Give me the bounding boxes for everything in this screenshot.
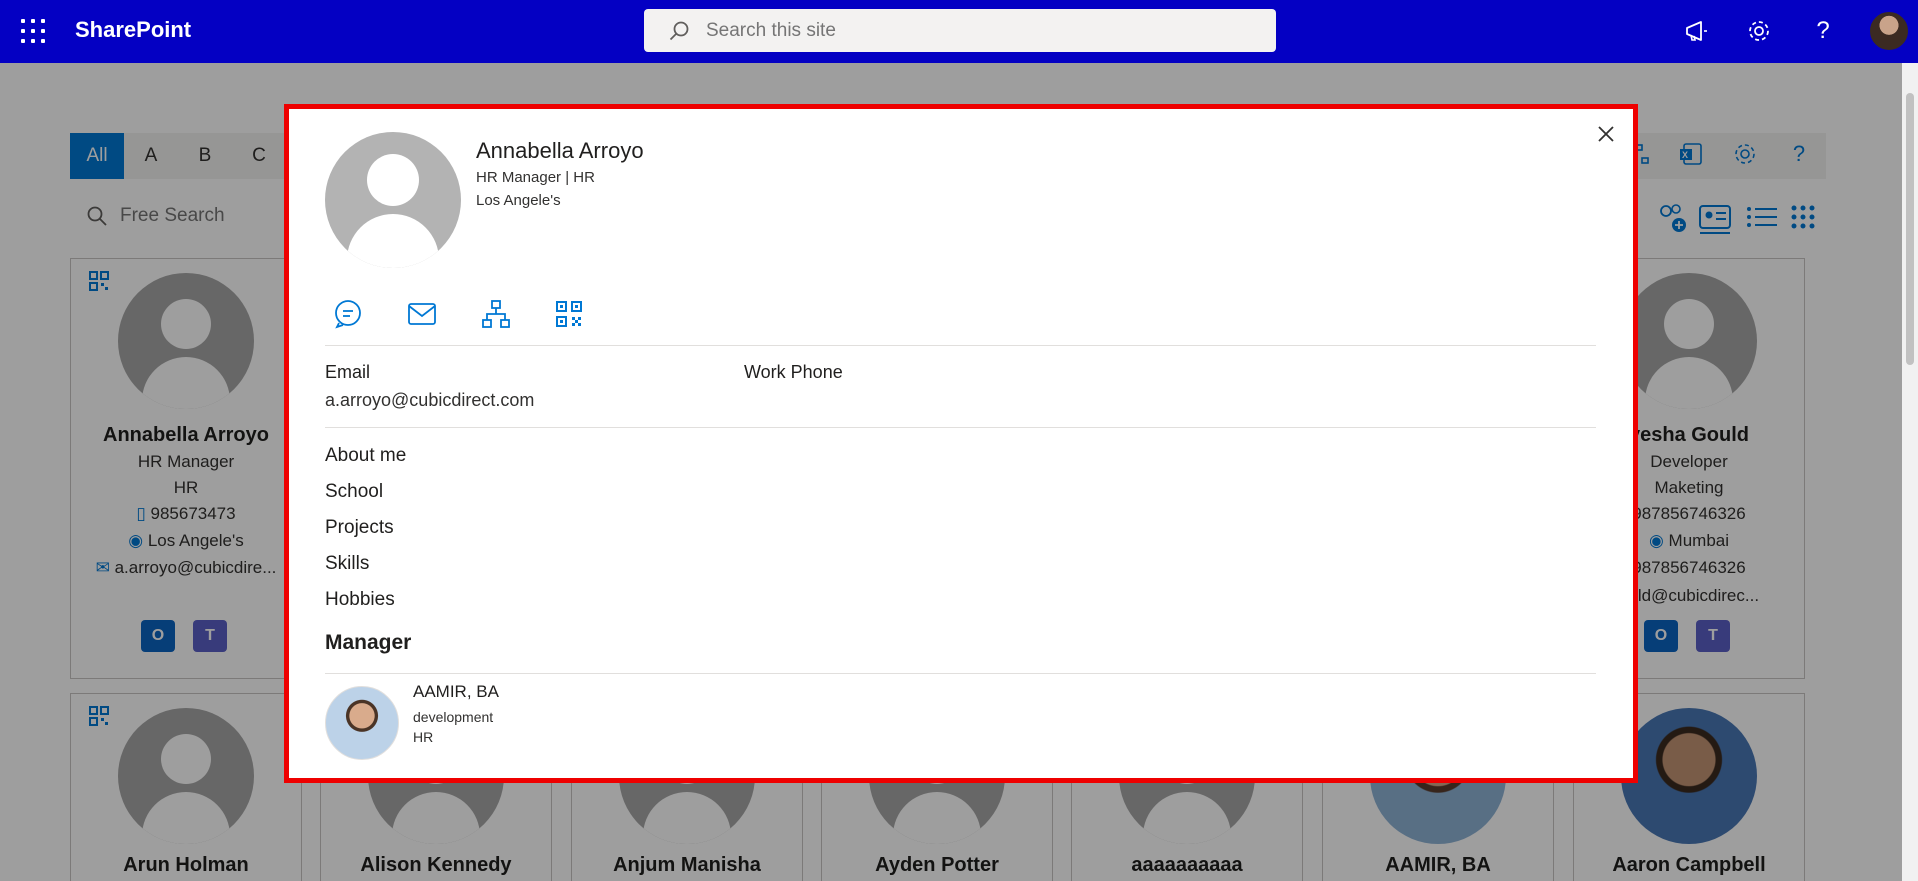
divider xyxy=(325,345,1596,346)
gear-icon[interactable] xyxy=(1743,15,1775,47)
manager-department: development xyxy=(413,709,494,725)
mail-icon xyxy=(408,303,436,325)
work-phone-label: Work Phone xyxy=(744,362,843,382)
divider xyxy=(325,673,1596,674)
help-icon[interactable]: ? xyxy=(1807,15,1839,47)
manager-team: HR xyxy=(413,729,434,745)
chat-button[interactable] xyxy=(325,292,399,336)
section-school: School xyxy=(325,481,384,502)
site-brand[interactable]: SharePoint xyxy=(75,17,191,43)
close-button[interactable] xyxy=(1591,119,1621,149)
profile-actions xyxy=(325,292,621,336)
page-scrollbar[interactable] xyxy=(1902,63,1918,881)
email-label: Email xyxy=(325,362,371,382)
email-button[interactable] xyxy=(399,292,473,336)
suite-bar: SharePoint ? xyxy=(0,0,1918,63)
section-projects: Projects xyxy=(325,517,394,538)
qr-code-button[interactable] xyxy=(547,292,621,336)
email-value[interactable]: a.arroyo@cubicdirect.com xyxy=(325,390,534,411)
qr-code-icon xyxy=(556,301,582,327)
manager-name[interactable]: AAMIR, BA xyxy=(413,682,499,702)
section-skills: Skills xyxy=(325,553,370,574)
divider xyxy=(325,427,1596,428)
section-hobbies: Hobbies xyxy=(325,589,395,610)
manager-heading: Manager xyxy=(325,631,412,654)
section-about-me: About me xyxy=(325,445,407,466)
manager-avatar[interactable] xyxy=(325,686,399,760)
user-avatar[interactable] xyxy=(1868,10,1910,52)
close-icon xyxy=(1598,126,1614,142)
scrollbar-thumb[interactable] xyxy=(1906,93,1914,365)
site-search-input[interactable] xyxy=(706,19,1226,42)
chat-icon xyxy=(335,300,361,329)
search-icon xyxy=(669,21,689,40)
profile-avatar xyxy=(325,132,461,268)
megaphone-icon[interactable] xyxy=(1680,15,1712,47)
waffle-icon[interactable] xyxy=(21,19,45,43)
site-search-box[interactable] xyxy=(644,9,1276,52)
org-chart-button[interactable] xyxy=(473,292,547,336)
profile-subtitle: HR Manager | HR xyxy=(476,169,595,186)
org-chart-icon xyxy=(482,300,510,328)
profile-location: Los Angele's xyxy=(476,192,561,209)
profile-dialog: Annabella Arroyo HR Manager | HR Los Ang… xyxy=(284,104,1638,783)
profile-name: Annabella Arroyo xyxy=(476,138,644,163)
